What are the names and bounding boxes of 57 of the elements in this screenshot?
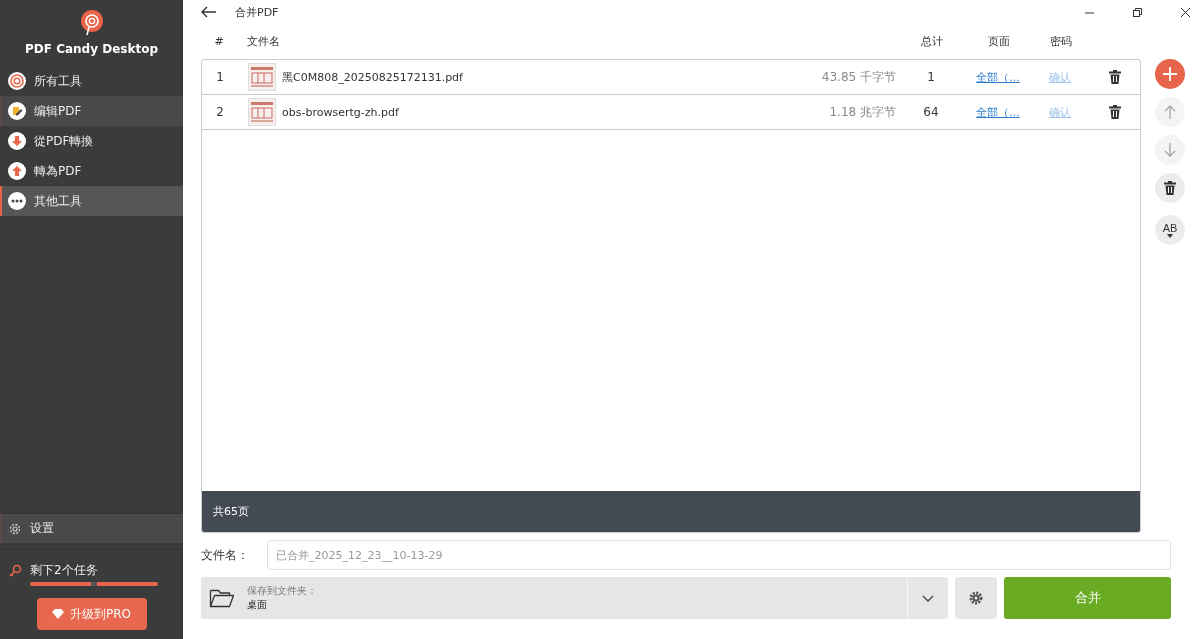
window-title: 合并PDF bbox=[235, 4, 279, 20]
add-button[interactable] bbox=[1155, 59, 1185, 89]
column-header: 密码 bbox=[1049, 34, 1073, 49]
field-label: 文件名： bbox=[201, 546, 249, 564]
clear-button[interactable] bbox=[1155, 173, 1185, 203]
page-count: 1 bbox=[926, 70, 936, 84]
diamond-icon bbox=[52, 609, 64, 619]
close-icon bbox=[1179, 6, 1191, 18]
column-header: 页面 bbox=[987, 34, 1011, 49]
tasks-remaining: 剩下2个任务 bbox=[30, 562, 98, 579]
settings-button[interactable] bbox=[955, 577, 997, 619]
file-size: 43.85 千字节 bbox=[820, 68, 896, 86]
settings-icon bbox=[969, 591, 983, 605]
restore-icon bbox=[1131, 6, 1143, 18]
key-icon bbox=[8, 563, 22, 578]
page-total: 共65页 bbox=[213, 504, 249, 519]
folder-name: 桌面 bbox=[247, 598, 268, 612]
trash-icon bbox=[1109, 70, 1121, 84]
sort-button[interactable]: AB bbox=[1155, 215, 1185, 245]
chevron-down-icon bbox=[922, 594, 934, 602]
sidebar-item[interactable]: 其他工具 bbox=[0, 186, 183, 216]
pencil-icon bbox=[8, 102, 26, 120]
row-number: 2 bbox=[215, 105, 225, 119]
sidebar-item[interactable]: 编辑PDF bbox=[0, 96, 183, 126]
file-size: 1.18 兆字节 bbox=[828, 103, 896, 121]
back-arrow-icon bbox=[201, 6, 217, 18]
pages-link[interactable]: 全部（... bbox=[976, 105, 1020, 119]
caret-icon bbox=[1167, 233, 1173, 238]
file-name: obs-browsertg-zh.pdf bbox=[282, 105, 399, 119]
save-folder-selector[interactable]: 保存到文件夹： 桌面 bbox=[201, 577, 948, 619]
more-icon bbox=[8, 192, 26, 210]
trash-icon bbox=[1162, 180, 1178, 196]
file-name-field[interactable]: 已合并_2025_12_23__10-13-29 bbox=[267, 540, 1171, 570]
delete-button[interactable] bbox=[1109, 105, 1121, 119]
sidebar-item[interactable]: 轉為PDF bbox=[0, 156, 183, 186]
settings-icon bbox=[8, 521, 22, 536]
column-header: 总计 bbox=[920, 34, 944, 49]
delete-button[interactable] bbox=[1109, 70, 1121, 84]
save-label: 保存到文件夹： bbox=[247, 584, 318, 598]
trash-icon bbox=[1109, 105, 1121, 119]
sidebar-item[interactable]: 從PDF轉換 bbox=[0, 126, 183, 156]
plus-icon bbox=[1162, 66, 1178, 82]
up-arrow-icon bbox=[1162, 104, 1178, 120]
column-header: # bbox=[213, 35, 225, 48]
column-header: 文件名 bbox=[246, 34, 281, 49]
back-button[interactable] bbox=[201, 6, 217, 18]
sidebar-item[interactable]: 所有工具 bbox=[0, 66, 183, 96]
folder-icon bbox=[209, 587, 235, 609]
file-name: 黑C0M808_20250825172131.pdf bbox=[282, 69, 463, 85]
down-arrow-icon bbox=[1162, 142, 1178, 158]
app-name: PDF Candy Desktop bbox=[25, 42, 158, 56]
page-count: 64 bbox=[922, 105, 940, 119]
candy-logo-icon bbox=[79, 10, 104, 36]
spiral-icon bbox=[8, 72, 26, 90]
row-number: 1 bbox=[215, 70, 225, 84]
settings-item[interactable]: 设置 bbox=[0, 513, 183, 543]
pages-link[interactable]: 全部（... bbox=[976, 70, 1020, 84]
